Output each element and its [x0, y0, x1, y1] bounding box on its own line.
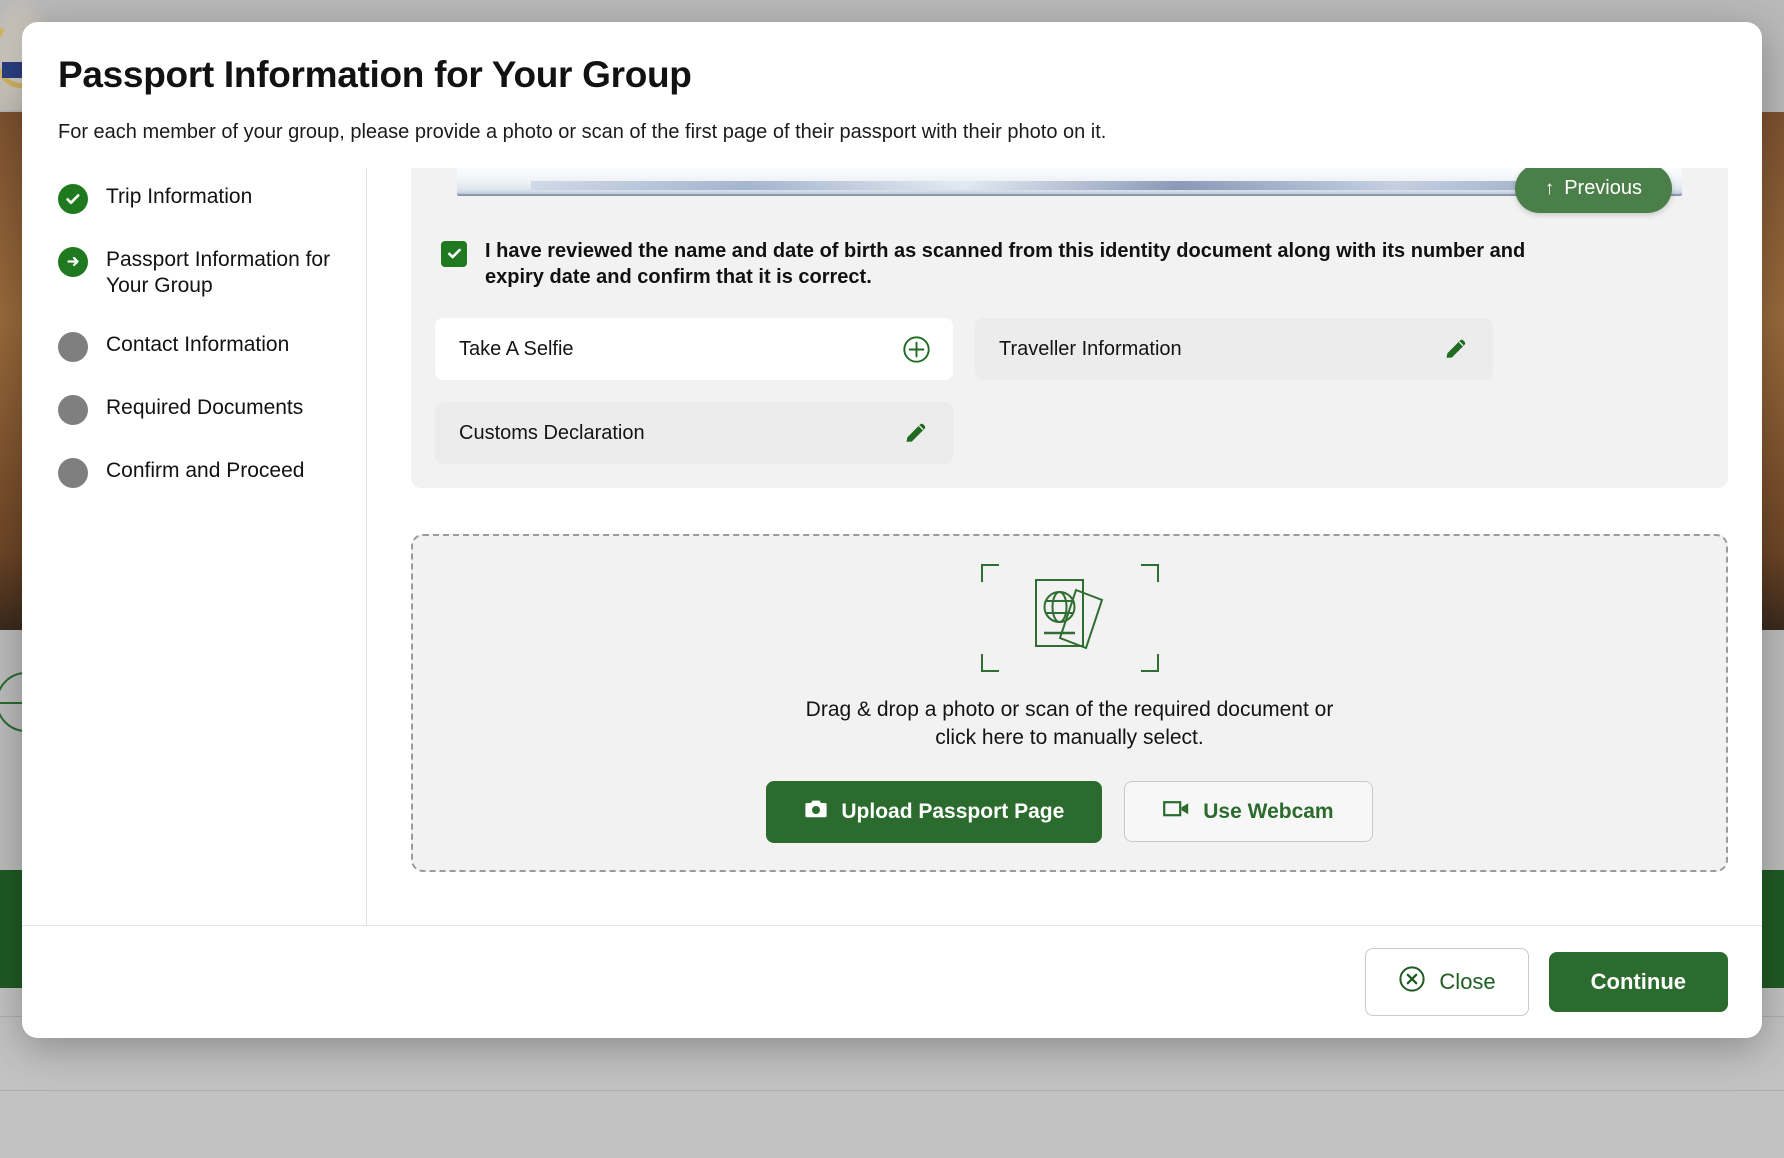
previous-button[interactable]: ↑ Previous	[1514, 167, 1672, 213]
modal-footer: Close Continue	[22, 925, 1762, 1038]
dot-icon	[58, 395, 88, 426]
sidebar-item-confirm-and-proceed[interactable]: Confirm and Proceed	[58, 456, 342, 489]
continue-button[interactable]: Continue	[1548, 952, 1728, 1012]
confirmation-text: I have reviewed the name and date of bir…	[485, 239, 1526, 288]
sidebar-item-label: Required Documents	[106, 396, 304, 420]
sidebar-item-required-documents[interactable]: Required Documents	[58, 393, 342, 426]
traveller-information-tile[interactable]: Traveller Information	[975, 318, 1493, 381]
previous-button-label: Previous	[1564, 176, 1642, 199]
dropzone-line-2: click here to manually select.	[935, 726, 1204, 750]
close-circle-icon	[1398, 965, 1426, 999]
confirm-checkbox[interactable]	[441, 240, 467, 267]
document-tiles: Take A Selfie Traveller Information Cust…	[435, 318, 1704, 465]
pencil-icon[interactable]	[901, 418, 931, 448]
sidebar-item-label: Passport Information for Your Group	[106, 247, 331, 297]
pencil-icon[interactable]	[1441, 334, 1471, 364]
file-dropzone[interactable]: Drag & drop a photo or scan of the requi…	[411, 534, 1728, 873]
take-a-selfie-tile[interactable]: Take A Selfie	[435, 318, 953, 381]
page-subtitle: For each member of your group, please pr…	[58, 120, 1107, 143]
close-button[interactable]: Close	[1365, 948, 1529, 1016]
close-button-label: Close	[1439, 969, 1496, 994]
use-webcam-button[interactable]: Use Webcam	[1124, 781, 1373, 843]
scan-corner-icon	[1140, 653, 1159, 672]
tile-label: Traveller Information	[999, 337, 1182, 360]
check-icon	[58, 183, 88, 214]
main-pane: ↑ Previous I have reviewed the name and …	[367, 167, 1762, 925]
background-divider	[0, 1090, 1784, 1091]
document-review-card: ↑ Previous I have reviewed the name and …	[411, 167, 1728, 489]
arrow-right-icon	[58, 246, 88, 277]
page-background: Passport Information for Your Group For …	[0, 0, 1784, 1158]
upload-passport-page-button[interactable]: Upload Passport Page	[766, 780, 1103, 843]
scan-corner-icon	[980, 563, 999, 582]
passport-globe-icon	[980, 563, 1159, 672]
page-title: Passport Information for Your Group	[58, 54, 692, 95]
sidebar-item-passport-information[interactable]: Passport Information for Your Group	[58, 245, 342, 300]
plus-circle-icon[interactable]	[902, 335, 931, 364]
sidebar-item-label: Contact Information	[106, 333, 290, 357]
upload-button-label: Upload Passport Page	[841, 799, 1065, 823]
camera-icon	[804, 799, 828, 825]
dropzone-instructions: Drag & drop a photo or scan of the requi…	[806, 696, 1334, 753]
arrow-up-icon: ↑	[1544, 177, 1555, 199]
passport-information-modal: Passport Information for Your Group For …	[22, 22, 1762, 1038]
confirmation-row: I have reviewed the name and date of bir…	[435, 196, 1704, 291]
tile-label: Take A Selfie	[459, 337, 574, 360]
dropzone-actions: Upload Passport Page Use Webcam	[766, 780, 1373, 843]
passport-scan-preview	[457, 167, 1682, 196]
dropzone-line-1: Drag & drop a photo or scan of the requi…	[805, 697, 1334, 721]
continue-button-label: Continue	[1590, 969, 1686, 994]
sidebar-item-trip-information[interactable]: Trip Information	[58, 182, 342, 214]
dot-icon	[58, 332, 88, 363]
tile-label: Customs Declaration	[459, 421, 645, 444]
dot-icon	[58, 458, 88, 489]
progress-stepper: Trip Information Passport Information fo…	[22, 167, 367, 925]
sidebar-item-label: Confirm and Proceed	[106, 459, 305, 483]
scan-corner-icon	[980, 653, 999, 672]
customs-declaration-tile[interactable]: Customs Declaration	[435, 402, 953, 465]
webcam-button-label: Use Webcam	[1203, 799, 1334, 823]
sidebar-item-contact-information[interactable]: Contact Information	[58, 330, 342, 363]
modal-body: Trip Information Passport Information fo…	[22, 146, 1762, 925]
sidebar-item-label: Trip Information	[106, 184, 253, 208]
modal-header: Passport Information for Your Group For …	[22, 22, 1762, 146]
video-camera-icon	[1163, 799, 1190, 824]
scan-corner-icon	[1140, 563, 1159, 582]
